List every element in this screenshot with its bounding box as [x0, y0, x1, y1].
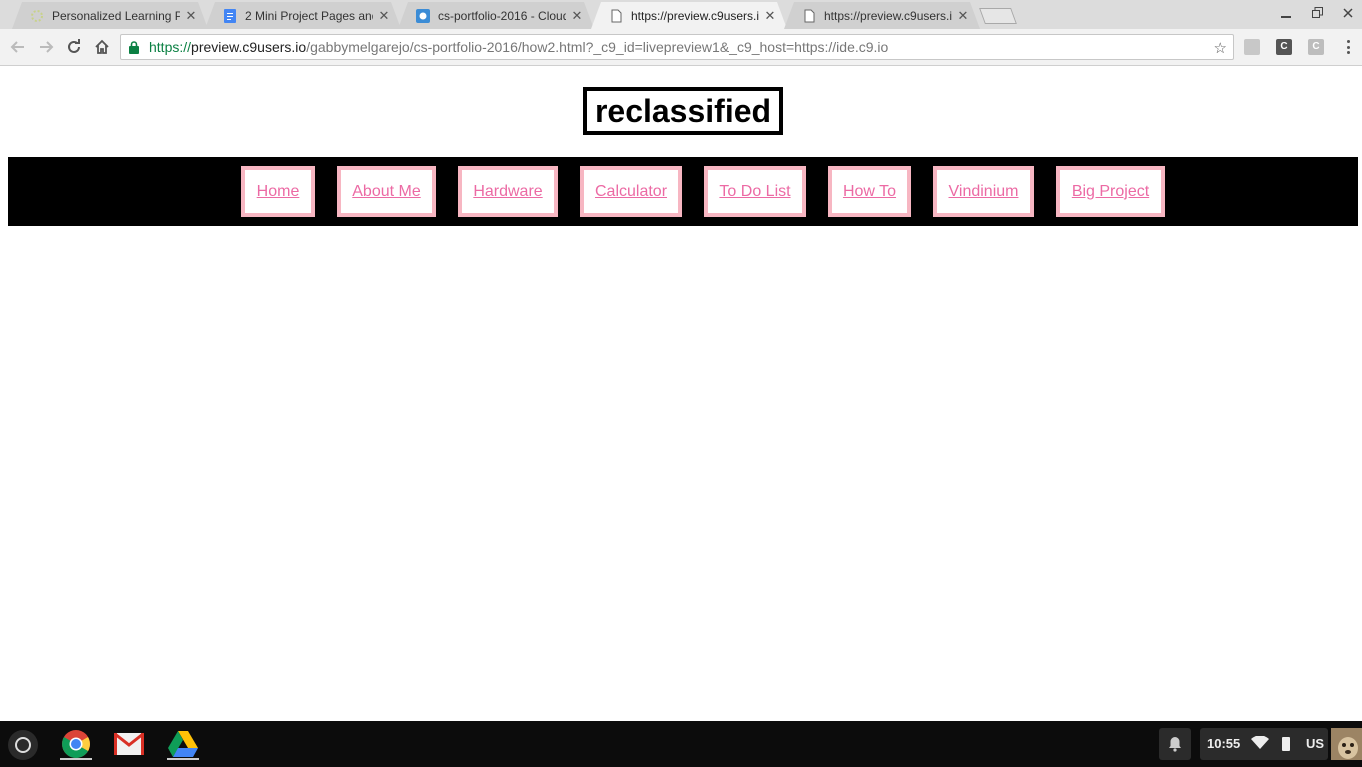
reload-icon[interactable] — [63, 36, 85, 58]
home-icon[interactable] — [91, 36, 113, 58]
chrome-icon[interactable] — [60, 728, 92, 760]
browser-menu-icon[interactable] — [1341, 38, 1355, 56]
bookmark-star-icon[interactable]: ☆ — [1214, 39, 1227, 57]
notification-bell-icon[interactable] — [1159, 728, 1191, 760]
back-icon[interactable] — [7, 36, 29, 58]
wifi-icon — [1251, 735, 1269, 753]
page-content: reclassified Home About Me Hardware Calc… — [0, 67, 1362, 721]
nav-vindinium-link[interactable]: Vindinium — [933, 166, 1034, 217]
app-running-indicator — [167, 758, 199, 760]
tab-cs-portfolio[interactable]: cs-portfolio-2016 - Cloud ✕ — [398, 2, 594, 29]
page-icon — [802, 9, 816, 23]
gmail-icon[interactable] — [113, 728, 145, 760]
page-icon — [609, 9, 623, 23]
input-method: US — [1306, 736, 1325, 751]
extension-c-light-icon[interactable]: C — [1308, 39, 1324, 55]
nav-about-me-link[interactable]: About Me — [337, 166, 436, 217]
nav-big-project-link[interactable]: Big Project — [1056, 166, 1165, 217]
close-icon[interactable]: ✕ — [956, 8, 970, 24]
clock: 10:55 — [1207, 736, 1241, 751]
nav-hardware-link[interactable]: Hardware — [458, 166, 558, 217]
tab-title: https://preview.c9users.i — [631, 8, 759, 23]
url-host: preview.c9users.io — [191, 39, 307, 55]
nav-calculator-link[interactable]: Calculator — [580, 166, 682, 217]
tab-title: https://preview.c9users.i — [824, 8, 952, 23]
minimize-icon[interactable] — [1273, 4, 1299, 24]
cloud9-icon — [416, 9, 430, 23]
google-docs-icon — [223, 9, 237, 23]
nav-home-link[interactable]: Home — [241, 166, 315, 217]
app-running-indicator — [60, 758, 92, 760]
launcher-icon[interactable] — [8, 730, 38, 760]
tab-title: 2 Mini Project Pages and — [245, 8, 373, 23]
forward-icon[interactable] — [35, 36, 57, 58]
drive-icon[interactable] — [167, 728, 199, 760]
tab-strip: Personalized Learning P ✕ 2 Mini Project… — [0, 0, 1362, 29]
close-icon[interactable]: ✕ — [763, 8, 777, 24]
status-tray[interactable]: 10:55 US — [1200, 728, 1328, 760]
pl-favicon-icon — [30, 9, 44, 23]
address-bar[interactable]: https://preview.c9users.io/gabbymelgarej… — [120, 34, 1234, 60]
lock-icon — [129, 40, 141, 54]
restore-icon[interactable] — [1304, 4, 1330, 24]
extension-c-dark-icon[interactable]: C — [1276, 39, 1292, 55]
extension-gray-icon[interactable] — [1244, 39, 1260, 55]
tab-title: Personalized Learning P — [52, 8, 180, 23]
browser-toolbar: https://preview.c9users.io/gabbymelgarej… — [0, 29, 1362, 66]
tab-preview-active[interactable]: https://preview.c9users.i ✕ — [591, 2, 787, 29]
os-shelf: 10:55 US — [0, 721, 1362, 767]
close-icon[interactable]: ✕ — [184, 8, 198, 24]
new-tab-button[interactable] — [979, 8, 1017, 24]
site-title: reclassified — [583, 87, 783, 135]
close-icon[interactable]: ✕ — [377, 8, 391, 24]
tab-mini-project[interactable]: 2 Mini Project Pages and ✕ — [205, 2, 401, 29]
tab-preview[interactable]: https://preview.c9users.i ✕ — [784, 2, 980, 29]
nav-to-do-list-link[interactable]: To Do List — [704, 166, 806, 217]
url-scheme: https:// — [149, 39, 192, 55]
avatar[interactable] — [1331, 728, 1362, 760]
url-path: /gabbymelgarejo/cs-portfolio-2016/how2.h… — [306, 39, 889, 55]
site-navbar: Home About Me Hardware Calculator To Do … — [8, 157, 1358, 226]
battery-icon — [1282, 737, 1290, 751]
close-icon[interactable]: ✕ — [570, 8, 584, 24]
nav-how-to-link[interactable]: How To — [828, 166, 911, 217]
window-close-icon[interactable] — [1335, 4, 1361, 24]
tab-title: cs-portfolio-2016 - Cloud — [438, 8, 566, 23]
tab-personalized-learning[interactable]: Personalized Learning P ✕ — [12, 2, 208, 29]
